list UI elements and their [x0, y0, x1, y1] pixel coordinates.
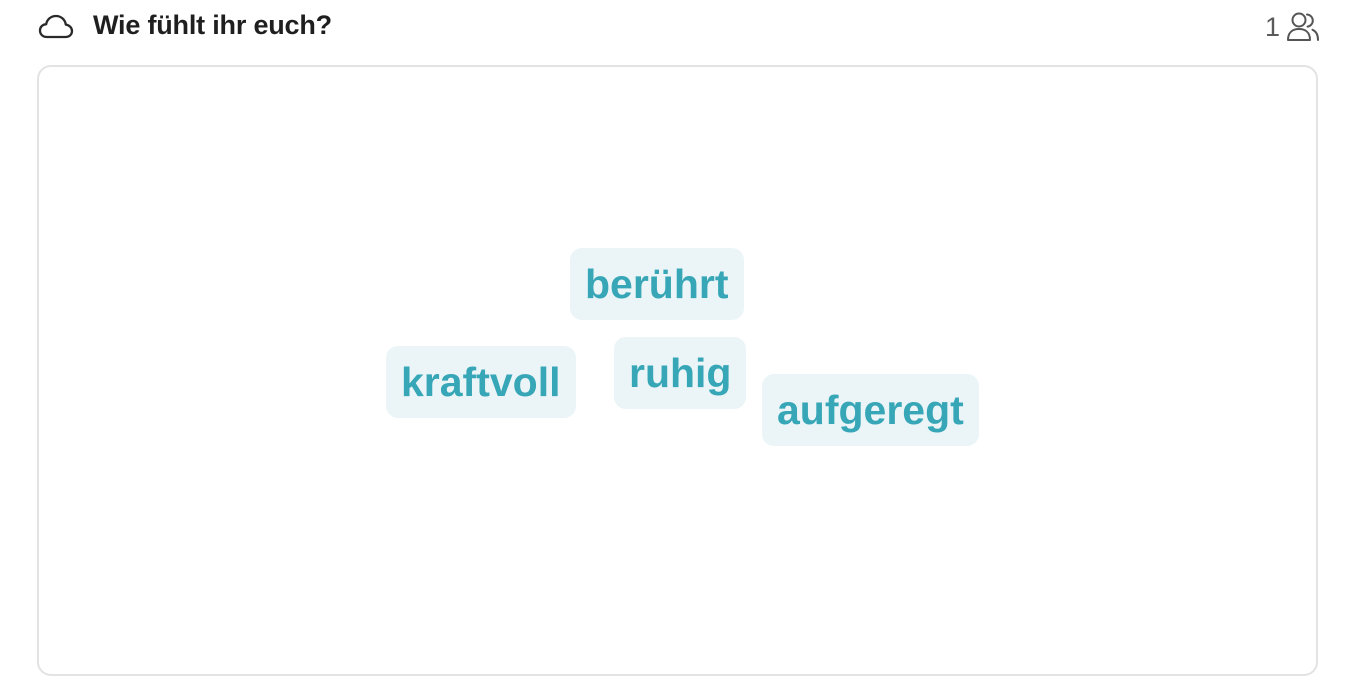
participant-counter: 1: [1265, 9, 1320, 45]
participant-count: 1: [1264, 11, 1280, 42]
users-icon: [1287, 12, 1319, 41]
word-aufgeregt[interactable]: aufgeregt: [762, 374, 979, 446]
word-beruehrt[interactable]: berührt: [570, 248, 744, 320]
page-title: Wie fühlt ihr euch?: [93, 10, 332, 40]
header: Wie fühlt ihr euch? 1: [36, 0, 1320, 58]
word-ruhig[interactable]: ruhig: [614, 337, 747, 409]
cloud-icon: [38, 14, 74, 39]
word-kraftvoll[interactable]: kraftvoll: [386, 346, 576, 418]
word-cloud-panel: berührt kraftvoll ruhig aufgeregt: [37, 65, 1318, 676]
